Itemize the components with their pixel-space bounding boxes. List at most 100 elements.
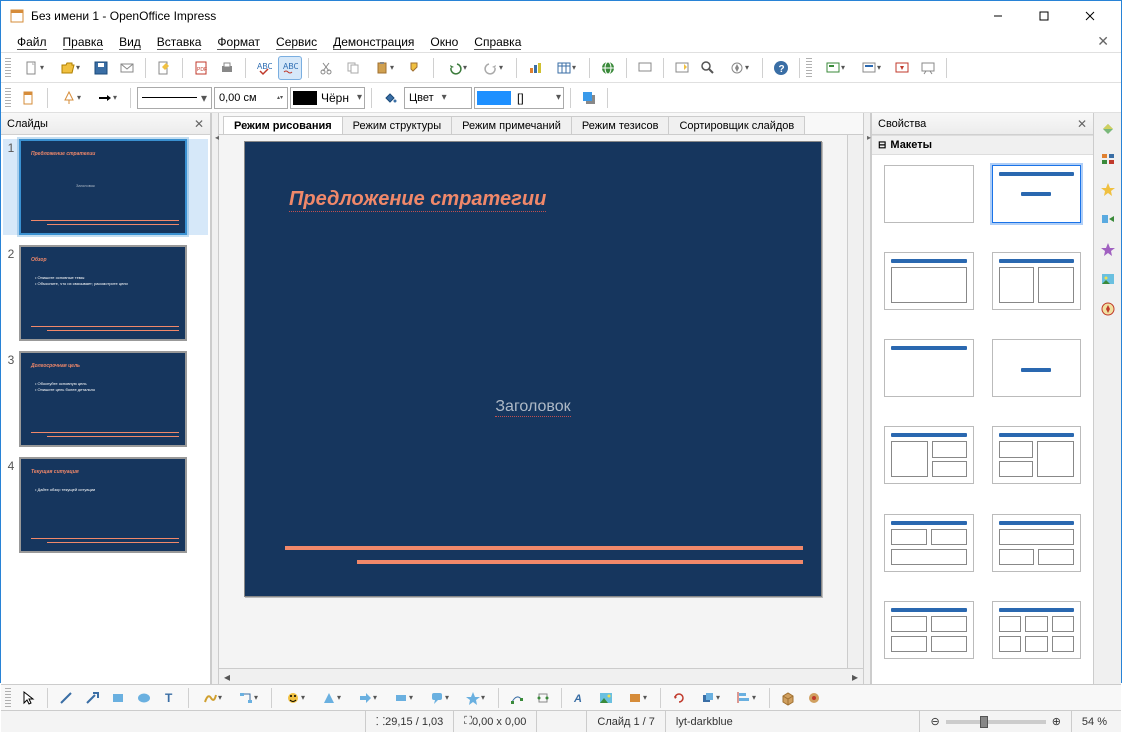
- slides-panel-close-icon[interactable]: ✕: [194, 117, 204, 131]
- line-tool[interactable]: [54, 686, 78, 710]
- navigator-button[interactable]: ▾: [722, 56, 756, 80]
- auto-spellcheck-button[interactable]: ABC: [278, 56, 302, 80]
- menu-file[interactable]: Файл: [9, 33, 55, 51]
- find-button[interactable]: [696, 56, 720, 80]
- mail-button[interactable]: [115, 56, 139, 80]
- menu-help[interactable]: Справка: [466, 33, 529, 51]
- menu-window[interactable]: Окно: [422, 33, 466, 51]
- present-button[interactable]: [916, 56, 940, 80]
- tab-notes[interactable]: Режим примечаний: [451, 116, 572, 134]
- canvas-area[interactable]: Предложение стратегии Заголовок: [219, 135, 847, 668]
- layout-six[interactable]: [992, 601, 1082, 659]
- tab-handout[interactable]: Режим тезисов: [571, 116, 670, 134]
- menu-insert[interactable]: Вставка: [149, 33, 210, 51]
- slideshow-button[interactable]: [633, 56, 657, 80]
- fill-color-select[interactable]: []▾: [474, 87, 564, 109]
- block-arrows-tool[interactable]: ▾: [350, 686, 384, 710]
- select-tool[interactable]: [17, 686, 41, 710]
- paint-bucket-button[interactable]: [378, 86, 402, 110]
- menu-demo[interactable]: Демонстрация: [325, 33, 422, 51]
- layout-1-2[interactable]: [884, 426, 974, 484]
- symbol-shapes-tool[interactable]: ▾: [314, 686, 348, 710]
- zoom-out-icon[interactable]: ⊖: [930, 715, 939, 728]
- vertical-scrollbar[interactable]: [847, 135, 863, 668]
- print-button[interactable]: [215, 56, 239, 80]
- flowchart-tool[interactable]: ▾: [386, 686, 420, 710]
- spellcheck-button[interactable]: ABC: [252, 56, 276, 80]
- slide-list[interactable]: 1 Предложение стратегии Заголовок 2 Обзо…: [1, 135, 210, 684]
- cut-button[interactable]: [315, 56, 339, 80]
- line-width-input[interactable]: 0,00 см▴▾: [214, 87, 288, 109]
- hyperlink-button[interactable]: [596, 56, 620, 80]
- paste-button[interactable]: ▾: [367, 56, 401, 80]
- slide-thumb-2[interactable]: 2 Обзор • Опишите основные темы• Объясни…: [3, 245, 208, 341]
- text-tool[interactable]: T: [158, 686, 182, 710]
- layout-2-over-1[interactable]: [884, 514, 974, 572]
- zoom-in-icon[interactable]: ⊕: [1052, 715, 1061, 728]
- rotate-tool[interactable]: [667, 686, 691, 710]
- curve-tool[interactable]: ▾: [195, 686, 229, 710]
- fontwork-tool[interactable]: A: [568, 686, 592, 710]
- shadow-button[interactable]: [577, 86, 601, 110]
- toolbar-grip-3[interactable]: [5, 88, 11, 108]
- slide-title-text[interactable]: Предложение стратегии: [289, 188, 546, 212]
- arrow-tool[interactable]: [80, 686, 104, 710]
- menu-edit[interactable]: Правка: [55, 33, 112, 51]
- from-file-tool[interactable]: [594, 686, 618, 710]
- fill-type-select[interactable]: Цвет▾: [404, 87, 472, 109]
- tab-outline[interactable]: Режим структуры: [342, 116, 453, 134]
- edit-points-tool[interactable]: [505, 686, 529, 710]
- sidebar-tab-master[interactable]: [1096, 147, 1120, 171]
- splitter-left[interactable]: ◂: [211, 113, 219, 684]
- splitter-right[interactable]: ▸: [863, 113, 871, 684]
- maximize-button[interactable]: [1021, 1, 1067, 31]
- toolbar-grip[interactable]: [5, 58, 11, 78]
- menu-format[interactable]: Формат: [209, 33, 268, 51]
- highlight-button[interactable]: [17, 86, 41, 110]
- edit-mode-button[interactable]: [152, 56, 176, 80]
- tab-drawing[interactable]: Режим рисования: [223, 116, 343, 134]
- ellipse-tool[interactable]: [132, 686, 156, 710]
- table-button[interactable]: ▾: [549, 56, 583, 80]
- scroll-left-icon[interactable]: ◂: [219, 670, 235, 684]
- connector-tool[interactable]: ▾: [231, 686, 265, 710]
- close-button[interactable]: [1067, 1, 1113, 31]
- slide-layout-button[interactable]: ▾: [854, 56, 888, 80]
- close-document-button[interactable]: ✕: [1097, 33, 1109, 50]
- layout-title-only[interactable]: [884, 339, 974, 397]
- layout-blank[interactable]: [884, 165, 974, 223]
- undo-button[interactable]: ▾: [440, 56, 474, 80]
- minimize-button[interactable]: [975, 1, 1021, 31]
- chart-button[interactable]: [523, 56, 547, 80]
- export-pdf-button[interactable]: PDF: [189, 56, 213, 80]
- zoom-value[interactable]: 54 %: [1071, 711, 1117, 732]
- arrow-end-button[interactable]: ▾: [54, 86, 88, 110]
- menu-view[interactable]: Вид: [111, 33, 149, 51]
- line-cap-button[interactable]: ▾: [90, 86, 124, 110]
- align-tool[interactable]: ▾: [729, 686, 763, 710]
- layout-title[interactable]: [992, 165, 1082, 223]
- line-color-select[interactable]: Чёрн▾: [290, 87, 365, 109]
- stars-tool[interactable]: ▾: [458, 686, 492, 710]
- sidebar-tab-animation[interactable]: [1096, 177, 1120, 201]
- rectangle-tool[interactable]: [106, 686, 130, 710]
- sidebar-tab-styles[interactable]: [1096, 237, 1120, 261]
- slide-master-button[interactable]: [890, 56, 914, 80]
- layout-1-over-2[interactable]: [992, 514, 1082, 572]
- layout-centered[interactable]: [992, 339, 1082, 397]
- redo-button[interactable]: ▾: [476, 56, 510, 80]
- layout-2-1[interactable]: [992, 426, 1082, 484]
- zoom-control[interactable]: ⊖ ⊕: [919, 711, 1070, 732]
- slide-design-button[interactable]: [670, 56, 694, 80]
- sidebar-tab-transition[interactable]: [1096, 207, 1120, 231]
- gallery-tool[interactable]: ▾: [620, 686, 654, 710]
- zoom-slider[interactable]: [946, 720, 1046, 724]
- slide-thumb-3[interactable]: 3 Долгосрочная цель • Обоснуйте основную…: [3, 351, 208, 447]
- save-button[interactable]: [89, 56, 113, 80]
- line-style-select[interactable]: ▾: [137, 87, 212, 109]
- new-button[interactable]: ▾: [17, 56, 51, 80]
- styles-button[interactable]: ▾: [818, 56, 852, 80]
- copy-button[interactable]: [341, 56, 365, 80]
- basic-shapes-tool[interactable]: ▾: [278, 686, 312, 710]
- sidebar-tab-properties[interactable]: [1096, 117, 1120, 141]
